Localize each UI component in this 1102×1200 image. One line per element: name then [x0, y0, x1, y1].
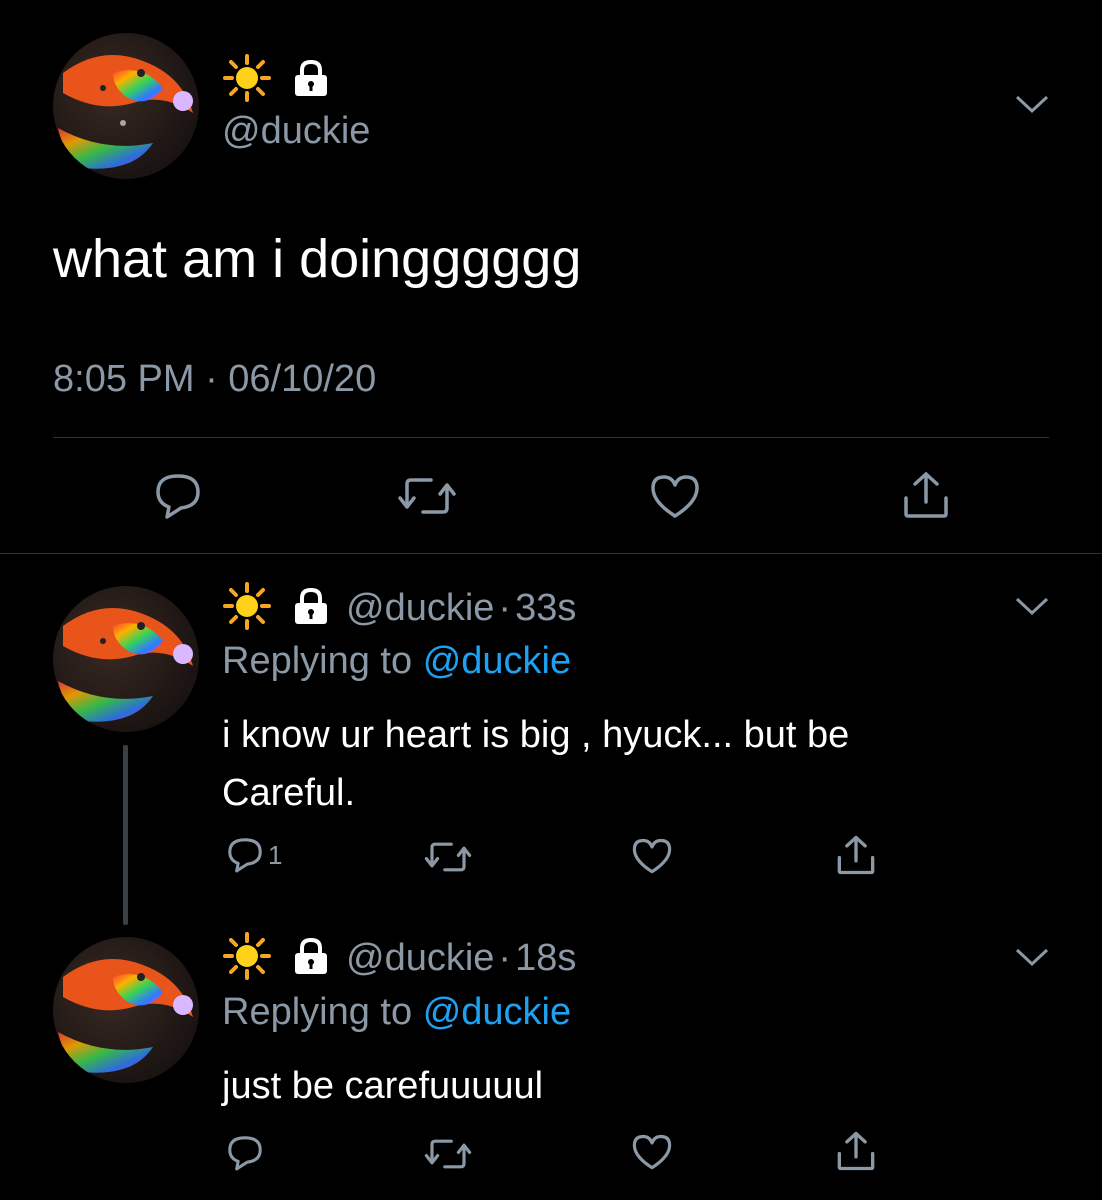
like-button[interactable]: [650, 474, 700, 520]
relative-time: 18s: [515, 936, 577, 979]
heart-icon: [632, 1134, 672, 1170]
retweet-button[interactable]: [424, 841, 472, 873]
like-button[interactable]: [632, 1134, 672, 1171]
reply-text-line: just be carefuuuuul: [222, 1065, 544, 1107]
retweet-icon: [424, 1139, 472, 1169]
sun-emoji-icon: [222, 581, 272, 636]
retweet-button[interactable]: [397, 476, 457, 516]
display-name: [222, 53, 330, 108]
chevron-down-icon[interactable]: [1014, 945, 1050, 974]
relative-time: 33s: [515, 586, 577, 629]
share-icon: [904, 472, 948, 518]
sun-emoji-icon: [222, 931, 272, 986]
mention-link[interactable]: @duckie: [423, 640, 571, 682]
reply-icon: [228, 1136, 262, 1171]
thread-line: [123, 745, 128, 925]
reply-button[interactable]: [226, 1134, 264, 1172]
reply-icon: [156, 474, 200, 519]
avatar[interactable]: [53, 33, 199, 179]
timestamp: 8:05 PM · 06/10/20: [53, 358, 377, 400]
chevron-down-icon[interactable]: [1014, 92, 1050, 121]
replying-to: Replying to @duckie: [222, 640, 571, 683]
reply-header: @duckie · 33s: [222, 581, 577, 636]
mention-link[interactable]: @duckie: [423, 991, 571, 1033]
like-button[interactable]: [632, 838, 672, 875]
reply-text: just be carefuuuuul: [222, 1057, 543, 1115]
reply-header: @duckie · 18s: [222, 931, 577, 986]
lock-icon: [292, 58, 330, 103]
share-icon: [837, 835, 875, 875]
heart-icon: [632, 838, 672, 874]
handle[interactable]: @duckie: [346, 937, 494, 980]
retweet-icon: [424, 842, 472, 872]
sun-emoji-icon: [222, 53, 272, 108]
divider: [53, 437, 1049, 438]
chevron-down-icon[interactable]: [1014, 594, 1050, 623]
reply-button[interactable]: 1: [226, 836, 282, 874]
retweet-icon: [398, 478, 456, 514]
handle[interactable]: @duckie: [222, 110, 370, 153]
section-divider: [0, 553, 1102, 554]
avatar[interactable]: [53, 937, 199, 1083]
separator: ·: [498, 936, 512, 979]
lock-icon: [292, 586, 330, 631]
replying-label: Replying to: [222, 640, 413, 682]
reply-count: 1: [268, 839, 283, 870]
reply-text-line: i know ur heart is big , hyuck... but be: [222, 714, 850, 756]
share-button[interactable]: [836, 1130, 876, 1172]
replying-label: Replying to: [222, 991, 413, 1033]
separator: ·: [498, 586, 512, 629]
reply-button[interactable]: [153, 472, 203, 520]
share-button[interactable]: [836, 834, 876, 876]
heart-icon: [651, 475, 699, 518]
reply-text: i know ur heart is big , hyuck... but be…: [222, 706, 849, 822]
share-button[interactable]: [902, 470, 950, 520]
reply-text-line: Careful.: [222, 772, 356, 814]
tweet-text: what am i doingggggg: [53, 229, 582, 289]
avatar[interactable]: [53, 586, 199, 732]
lock-icon: [292, 936, 330, 981]
share-icon: [837, 1131, 875, 1171]
retweet-button[interactable]: [424, 1138, 472, 1170]
replying-to: Replying to @duckie: [222, 991, 571, 1034]
handle[interactable]: @duckie: [346, 587, 494, 630]
reply-icon: [228, 838, 262, 873]
